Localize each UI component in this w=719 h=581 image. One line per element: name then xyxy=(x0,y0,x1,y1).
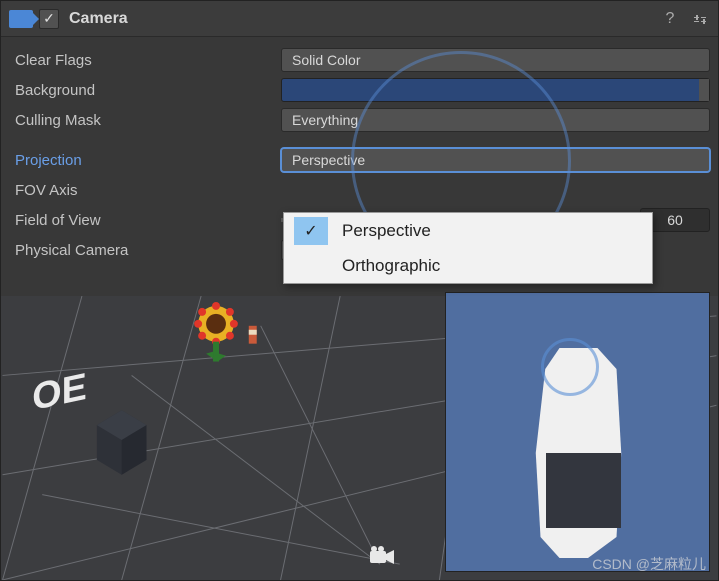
option-perspective[interactable]: ✓ Perspective xyxy=(284,213,652,248)
component-header: ✓ Camera ? xyxy=(1,1,718,37)
projection-label: Projection xyxy=(15,152,281,169)
highlight-circle-2 xyxy=(541,338,599,396)
check-placeholder xyxy=(294,252,328,280)
field-of-view-label: Field of View xyxy=(15,212,281,229)
camera-icon xyxy=(9,10,33,28)
help-icon[interactable]: ? xyxy=(660,9,680,29)
physical-camera-label: Physical Camera xyxy=(15,242,281,259)
svg-text:OE: OE xyxy=(32,365,86,419)
background-row: Background xyxy=(1,75,718,105)
option-orthographic[interactable]: Orthographic xyxy=(284,248,652,283)
component-title: Camera xyxy=(69,10,650,28)
flower-sprite xyxy=(194,302,238,362)
background-label: Background xyxy=(15,82,281,99)
sprite-text: OE xyxy=(32,365,86,419)
clear-flags-row: Clear Flags Solid Color xyxy=(1,45,718,75)
projection-options-popup: ✓ Perspective Orthographic xyxy=(283,212,653,284)
cube-gizmo xyxy=(97,410,147,475)
watermark: CSDN @芝麻粒儿 xyxy=(592,554,706,574)
clear-flags-label: Clear Flags xyxy=(15,52,281,69)
enable-checkbox[interactable]: ✓ xyxy=(39,9,59,29)
camera-preview xyxy=(445,292,710,572)
option-label: Orthographic xyxy=(342,256,440,276)
preview-cube xyxy=(546,453,621,528)
preset-icon[interactable] xyxy=(690,9,710,29)
option-label: Perspective xyxy=(342,221,431,241)
check-icon: ✓ xyxy=(294,217,328,245)
fov-axis-label: FOV Axis xyxy=(15,182,281,199)
camera-gizmo-icon[interactable] xyxy=(368,546,398,566)
culling-mask-label: Culling Mask xyxy=(15,112,281,129)
